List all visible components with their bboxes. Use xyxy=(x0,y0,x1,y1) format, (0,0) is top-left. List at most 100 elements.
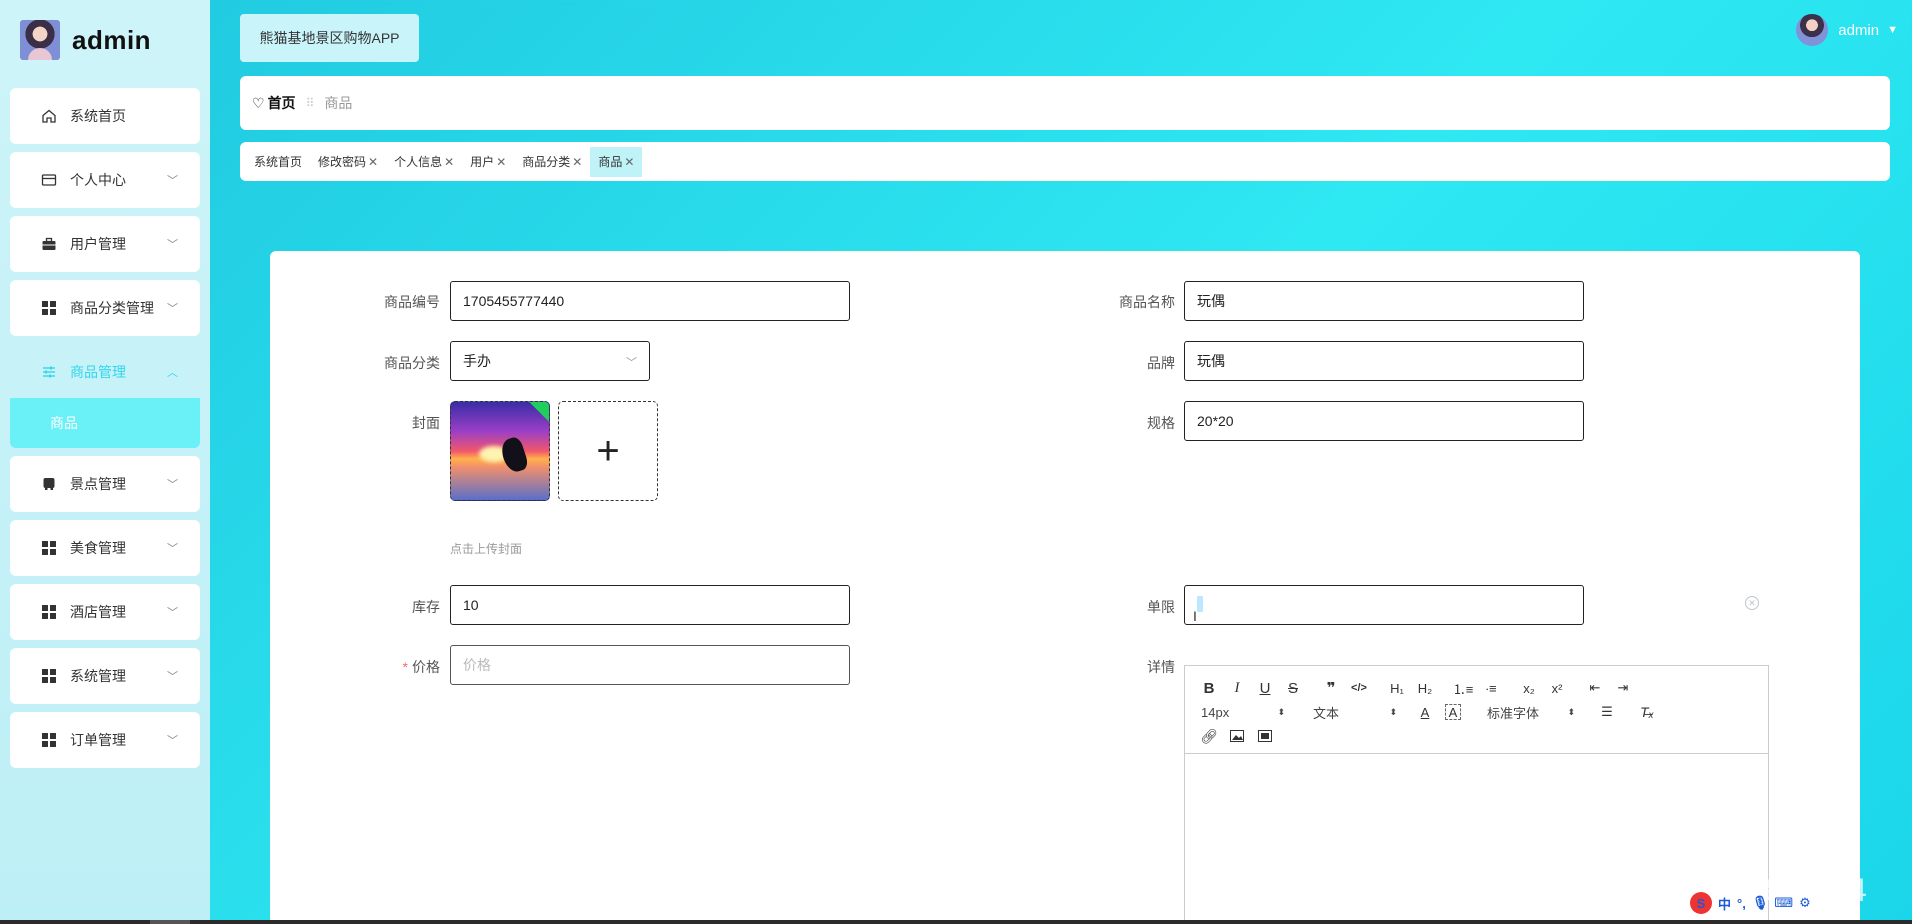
brand-name: admin xyxy=(72,24,152,55)
sidebar-item-food-management[interactable]: 美食管理 ﹀ xyxy=(10,520,200,576)
tab-user[interactable]: 用户 ✕ xyxy=(462,147,514,177)
image-icon[interactable] xyxy=(1223,724,1251,748)
italic-icon[interactable]: I xyxy=(1223,676,1251,700)
indent-icon[interactable]: ⇥ xyxy=(1609,676,1637,700)
spec-field[interactable]: 20*20 xyxy=(1184,401,1584,441)
updown-icon: ⬍ xyxy=(1389,706,1397,717)
required-mark: * xyxy=(402,659,408,675)
subscript-icon[interactable]: x₂ xyxy=(1515,676,1543,700)
brand-field[interactable]: 玩偶 xyxy=(1184,341,1584,381)
video-icon[interactable] xyxy=(1251,724,1279,748)
sidebar-subitem-product[interactable]: 商品 xyxy=(10,398,200,448)
stock-value: 10 xyxy=(463,597,479,613)
tab-label: 用户 xyxy=(470,155,495,169)
sidebar-item-product-management[interactable]: 商品管理 ︿ xyxy=(10,344,200,400)
breadcrumb-home-label: 首页 xyxy=(267,95,296,111)
brand-value: 玩偶 xyxy=(1197,353,1225,369)
watermark: CSDN @QQ3359892174 xyxy=(1490,872,1868,908)
heading2-icon[interactable]: H₂ xyxy=(1411,676,1439,700)
limit-field[interactable] xyxy=(1184,585,1584,625)
sidebar-item-scenic-management[interactable]: 景点管理 ﹀ xyxy=(10,456,200,512)
sidebar-subitem-label: 商品 xyxy=(50,415,78,431)
sidebar-item-user-management[interactable]: 用户管理 ﹀ xyxy=(10,216,200,272)
stock-field[interactable]: 10 xyxy=(450,585,850,625)
price-field[interactable]: 价格 xyxy=(450,645,850,685)
sidebar-item-label: 订单管理 xyxy=(70,732,126,748)
settings-icon: ⚙︎ xyxy=(1799,895,1811,910)
tab-product[interactable]: 商品 ✕ xyxy=(590,146,643,177)
code-field[interactable]: 1705455777440 xyxy=(450,281,850,321)
sidebar-item-hotel-management[interactable]: 酒店管理 ﹀ xyxy=(10,584,200,640)
sidebar-item-label: 商品分类管理 xyxy=(70,300,154,316)
ime-toolbar[interactable]: S 中 °, 🎙︎ ⌨︎ ⚙︎ xyxy=(1690,892,1811,914)
toolbar-row-1: B I U S ❞ </> H₁ H₂ ⒈≡ ∙≡ x₂ x² ⇤ ⇥ xyxy=(1195,676,1758,700)
heading1-icon[interactable]: H₁ xyxy=(1383,676,1411,700)
chevron-down-icon: ﹀ xyxy=(626,357,637,369)
align-left-icon[interactable]: ☰ xyxy=(1593,700,1621,724)
name-field[interactable]: 玩偶 xyxy=(1184,281,1584,321)
chevron-down-icon: ﹀ xyxy=(167,543,178,555)
breadcrumb-current: 商品 xyxy=(324,95,353,111)
tab-change-password[interactable]: 修改密码 ✕ xyxy=(310,147,386,177)
sidebar-item-order-management[interactable]: 订单管理 ﹀ xyxy=(10,712,200,768)
grid-icon xyxy=(40,299,58,317)
ime-logo: S xyxy=(1690,892,1712,914)
tab-product-category[interactable]: 商品分类 ✕ xyxy=(514,147,590,177)
code-value: 1705455777440 xyxy=(463,293,565,309)
keyboard-icon: ⌨︎ xyxy=(1774,895,1794,910)
close-icon[interactable]: ✕ xyxy=(572,155,582,169)
text-type-select[interactable]: 文本 ⬍ xyxy=(1307,700,1403,724)
sliders-icon xyxy=(40,363,58,381)
chevron-up-icon: ︿ xyxy=(167,367,178,379)
close-icon[interactable]: ✕ xyxy=(368,155,378,169)
tabs-bar: 系统首页 修改密码 ✕ 个人信息 ✕ 用户 ✕ 商品分类 ✕ 商品 ✕ xyxy=(240,142,1890,181)
tab-label: 个人信息 xyxy=(394,155,443,169)
font-size-select[interactable]: 14px ⬍ xyxy=(1195,700,1291,724)
editor-toolbar: B I U S ❞ </> H₁ H₂ ⒈≡ ∙≡ x₂ x² ⇤ ⇥ 14px… xyxy=(1185,666,1768,754)
bullet-list-icon[interactable]: ∙≡ xyxy=(1477,676,1505,700)
sidebar-menu: 系统首页 个人中心 ﹀ 用户管理 ﹀ 商品分类管理 ﹀ 商品管理 ︿ 商品 景点… xyxy=(10,88,200,776)
close-icon[interactable]: ✕ xyxy=(624,155,634,169)
sidebar-item-personal-center[interactable]: 个人中心 ﹀ xyxy=(10,152,200,208)
link-icon[interactable]: 🔗︎ xyxy=(1195,724,1223,748)
tab-home[interactable]: 系统首页 xyxy=(246,147,310,177)
tab-label: 商品分类 xyxy=(522,155,571,169)
avatar xyxy=(20,20,60,60)
cover-image[interactable] xyxy=(450,401,550,501)
font-color-icon[interactable]: A xyxy=(1411,700,1439,724)
sidebar: admin 系统首页 个人中心 ﹀ 用户管理 ﹀ 商品分类管理 ﹀ 商品管理 ︿… xyxy=(0,0,210,924)
clear-format-icon[interactable]: T̶ₓ xyxy=(1633,700,1661,724)
sidebar-item-system-management[interactable]: 系统管理 ﹀ xyxy=(10,648,200,704)
upload-button[interactable]: + xyxy=(558,401,658,501)
sidebar-item-home[interactable]: 系统首页 xyxy=(10,88,200,144)
sidebar-item-category-management[interactable]: 商品分类管理 ﹀ xyxy=(10,280,200,336)
dolphin-shape xyxy=(498,435,530,475)
ordered-list-icon[interactable]: ⒈≡ xyxy=(1449,676,1477,700)
clear-icon[interactable]: ✕ xyxy=(1745,596,1759,610)
spec-value: 20*20 xyxy=(1197,413,1234,429)
font-family-select[interactable]: 标准字体 ⬍ xyxy=(1481,700,1581,724)
app-title-text: 熊猫基地景区购物APP xyxy=(259,30,400,46)
bold-icon[interactable]: B xyxy=(1195,676,1223,700)
category-select[interactable]: 手办 ﹀ xyxy=(450,341,650,381)
cover-label: 封面 xyxy=(412,415,440,431)
tab-personal-info[interactable]: 个人信息 ✕ xyxy=(386,147,462,177)
superscript-icon[interactable]: x² xyxy=(1543,676,1571,700)
blockquote-icon[interactable]: ❞ xyxy=(1317,676,1345,700)
font-family-value: 标准字体 xyxy=(1487,705,1540,721)
name-value: 玩偶 xyxy=(1197,293,1225,309)
outdent-icon[interactable]: ⇤ xyxy=(1581,676,1609,700)
sidebar-item-label: 个人中心 xyxy=(70,172,126,188)
strikethrough-icon[interactable]: S xyxy=(1279,676,1307,700)
user-menu[interactable]: admin ▼ xyxy=(1796,14,1898,46)
background-color-icon[interactable]: A xyxy=(1445,704,1461,720)
close-icon[interactable]: ✕ xyxy=(444,155,454,169)
close-icon[interactable]: ✕ xyxy=(496,155,506,169)
category-value: 手办 xyxy=(463,353,491,369)
breadcrumb-home[interactable]: ♡ 首页 xyxy=(252,93,296,113)
code-icon[interactable]: </> xyxy=(1345,676,1373,700)
sidebar-item-label: 用户管理 xyxy=(70,236,126,252)
app-title: 熊猫基地景区购物APP xyxy=(240,14,419,62)
underline-icon[interactable]: U xyxy=(1251,676,1279,700)
tab-label: 商品 xyxy=(598,155,623,169)
